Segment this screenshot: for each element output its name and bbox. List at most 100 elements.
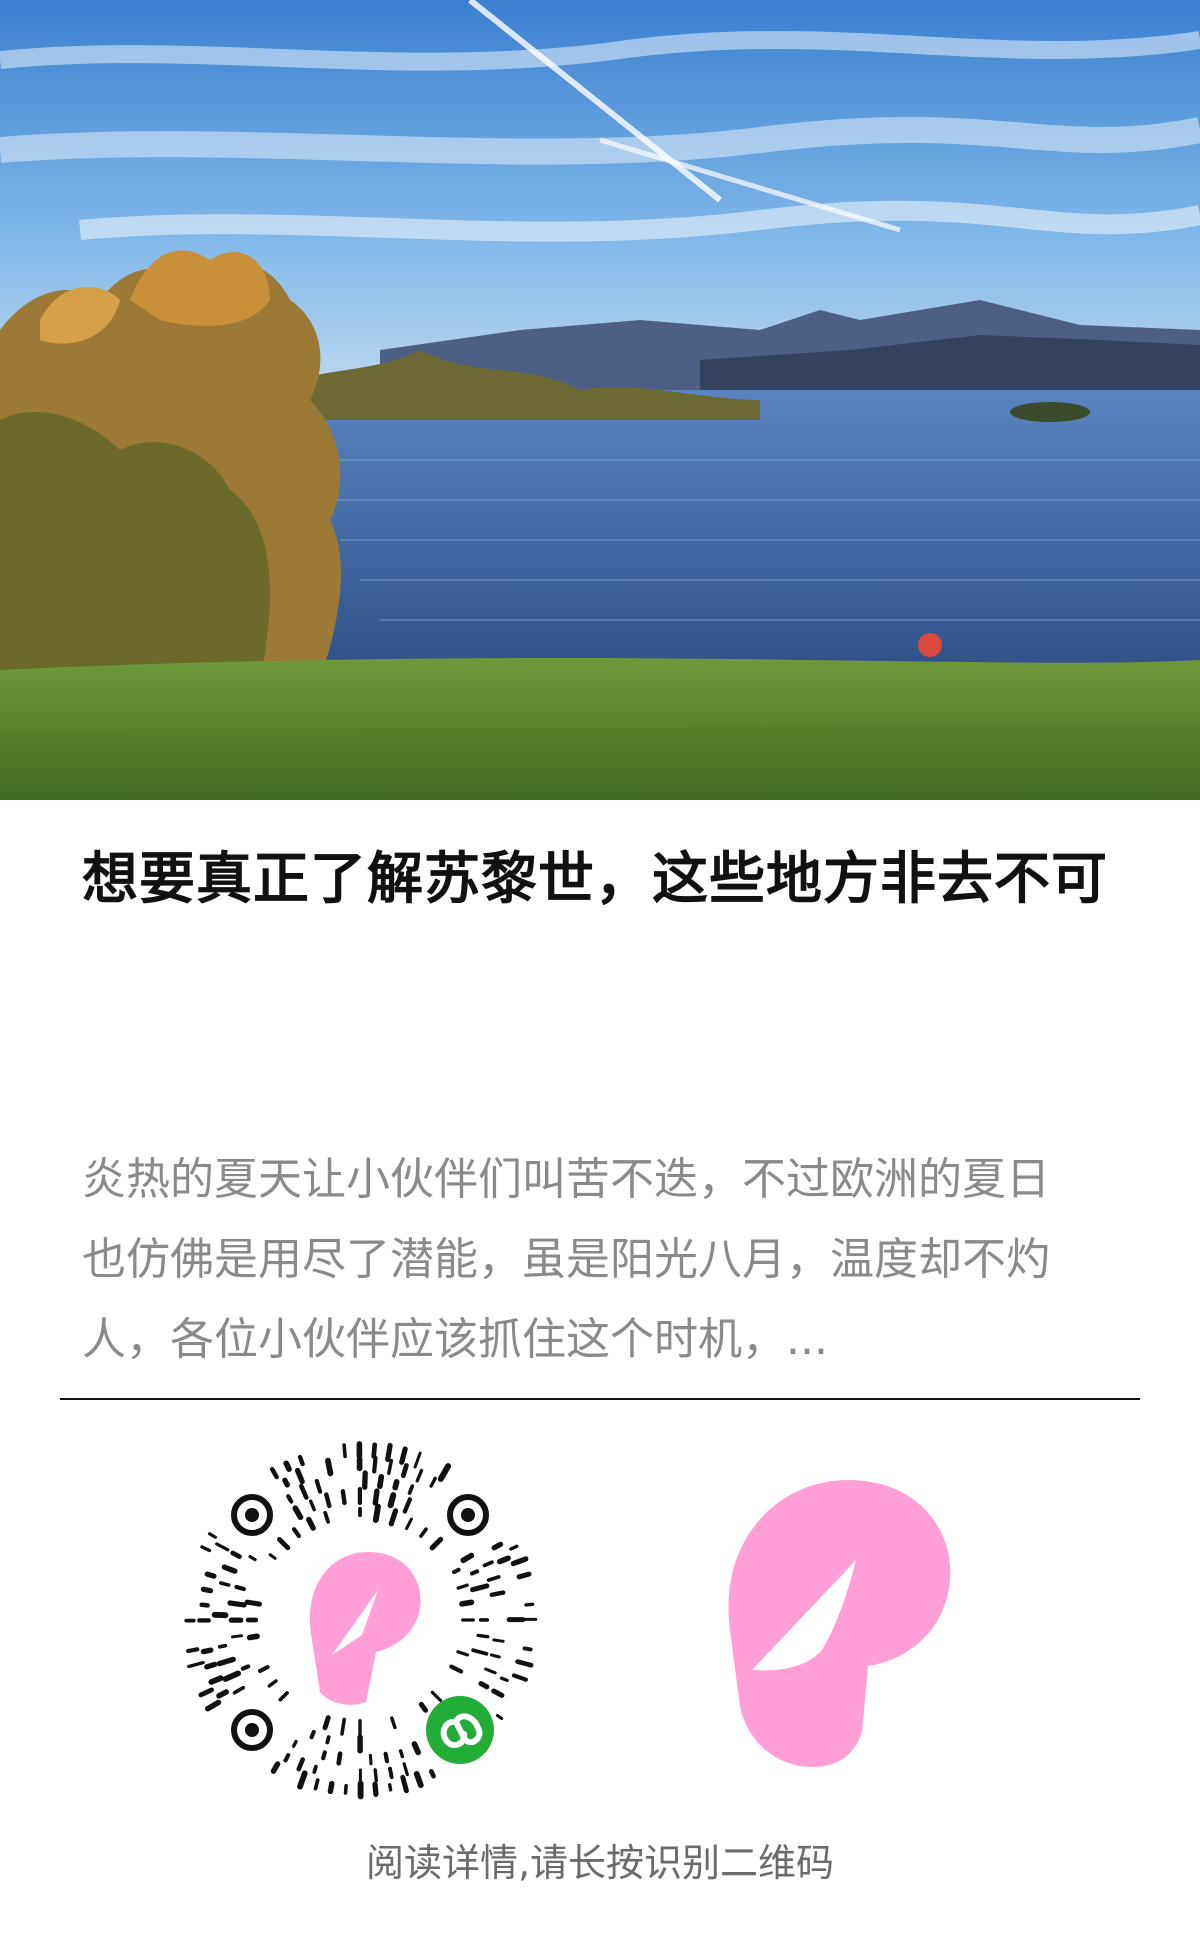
qr-module (372, 1455, 378, 1474)
qr-module (516, 1571, 532, 1580)
qr-module (515, 1659, 534, 1668)
qr-module (437, 1463, 452, 1482)
qr-module (377, 1473, 385, 1490)
qr-module (198, 1687, 215, 1698)
qr-module (372, 1781, 379, 1797)
qr-module (200, 1545, 212, 1553)
qr-module (459, 1599, 475, 1607)
qr-module (297, 1454, 305, 1467)
article-title: 想要真正了解苏黎世，这些地方非去不可 (82, 847, 1108, 912)
qr-module (383, 1751, 390, 1764)
qr-module (208, 1675, 224, 1685)
qr-module (497, 1555, 511, 1565)
qr-module (340, 1489, 347, 1506)
qr-module (486, 1575, 501, 1582)
qr-module (478, 1681, 490, 1690)
hero-image (0, 0, 1200, 800)
qr-module (267, 1679, 278, 1688)
qr-module (340, 1717, 346, 1736)
qr-module (372, 1488, 380, 1506)
qr-module (227, 1600, 247, 1608)
qr-module (489, 1653, 501, 1659)
qr-module (429, 1536, 444, 1551)
qr-module (324, 1492, 332, 1509)
qr-module (511, 1673, 528, 1682)
qr-module (400, 1463, 409, 1479)
qr-module (388, 1508, 399, 1527)
qr-module (309, 1729, 316, 1740)
qr-module (204, 1661, 218, 1670)
qr-module (270, 1761, 281, 1774)
qr-module (524, 1602, 535, 1607)
qr-module (199, 1602, 210, 1608)
qr-hint-text: 阅读详情,请长按识别二维码 (365, 1841, 835, 1885)
qr-module (372, 1503, 381, 1523)
qr-module (244, 1599, 262, 1607)
qr-module (323, 1510, 331, 1524)
qr-module (269, 1466, 279, 1480)
qr-module (469, 1569, 480, 1576)
qr-module (387, 1458, 394, 1475)
qr-module (499, 1676, 509, 1683)
qr-module (324, 1457, 334, 1477)
qr-module (390, 1716, 397, 1730)
qr-module (299, 1483, 309, 1500)
qr-module (200, 1647, 214, 1655)
qr-module (215, 1542, 230, 1552)
qr-module (312, 1764, 318, 1775)
miniprogram-qr-code[interactable] (180, 1440, 540, 1800)
qr-module (218, 1581, 231, 1587)
qr-module (385, 1442, 393, 1462)
qr-module (456, 1583, 469, 1590)
qr-module (415, 1468, 424, 1483)
qr-module (407, 1484, 415, 1495)
qr-finder-top-right (447, 1494, 489, 1536)
qr-module (522, 1646, 533, 1652)
qr-module (327, 1780, 335, 1795)
qr-module (222, 1670, 241, 1682)
qr-module (294, 1467, 305, 1485)
qr-module (362, 1470, 368, 1490)
qr-module (456, 1650, 470, 1657)
qr-module (418, 1701, 429, 1713)
article-summary: 炎热的夏天让小伙伴们叫苦不迭，不过欧洲的夏日也仿佛是用尽了潜能，虽是阳光八月，温… (82, 1154, 1050, 1365)
qr-module (495, 1713, 504, 1721)
divider (60, 1398, 1140, 1400)
qr-module (413, 1451, 422, 1469)
qr-module (491, 1688, 505, 1698)
qr-module (200, 1586, 214, 1594)
qr-module (388, 1766, 394, 1780)
qr-module (313, 1778, 320, 1791)
qr-module (402, 1497, 413, 1514)
qr-module (419, 1527, 428, 1538)
qr-module (492, 1638, 505, 1643)
qr-module (297, 1770, 308, 1790)
qr-module (240, 1664, 251, 1671)
qr-module (430, 1690, 443, 1703)
qr-module (230, 1550, 242, 1559)
qr-module (291, 1739, 298, 1748)
qr-module (451, 1567, 461, 1575)
qr-module (321, 1750, 327, 1761)
qr-module (428, 1769, 436, 1779)
qr-module (510, 1556, 529, 1567)
qr-module (292, 1505, 304, 1521)
qr-finder-top-left (231, 1494, 273, 1536)
qr-module (491, 1541, 504, 1551)
qr-module (257, 1665, 270, 1674)
qr-module (277, 1537, 291, 1551)
qr-module (314, 1478, 323, 1494)
qr-module (402, 1762, 409, 1777)
qr-module (308, 1499, 316, 1512)
qr-module (399, 1446, 408, 1465)
qr-module (248, 1554, 257, 1562)
qr-module (232, 1685, 246, 1695)
qr-module (216, 1656, 236, 1667)
qr-module (392, 1479, 400, 1491)
qr-module (405, 1517, 413, 1531)
qr-module (336, 1751, 343, 1766)
qr-module (268, 1553, 277, 1560)
qr-module (509, 1544, 519, 1551)
qr-module (283, 1753, 291, 1763)
miniprogram-icon (426, 1696, 494, 1764)
